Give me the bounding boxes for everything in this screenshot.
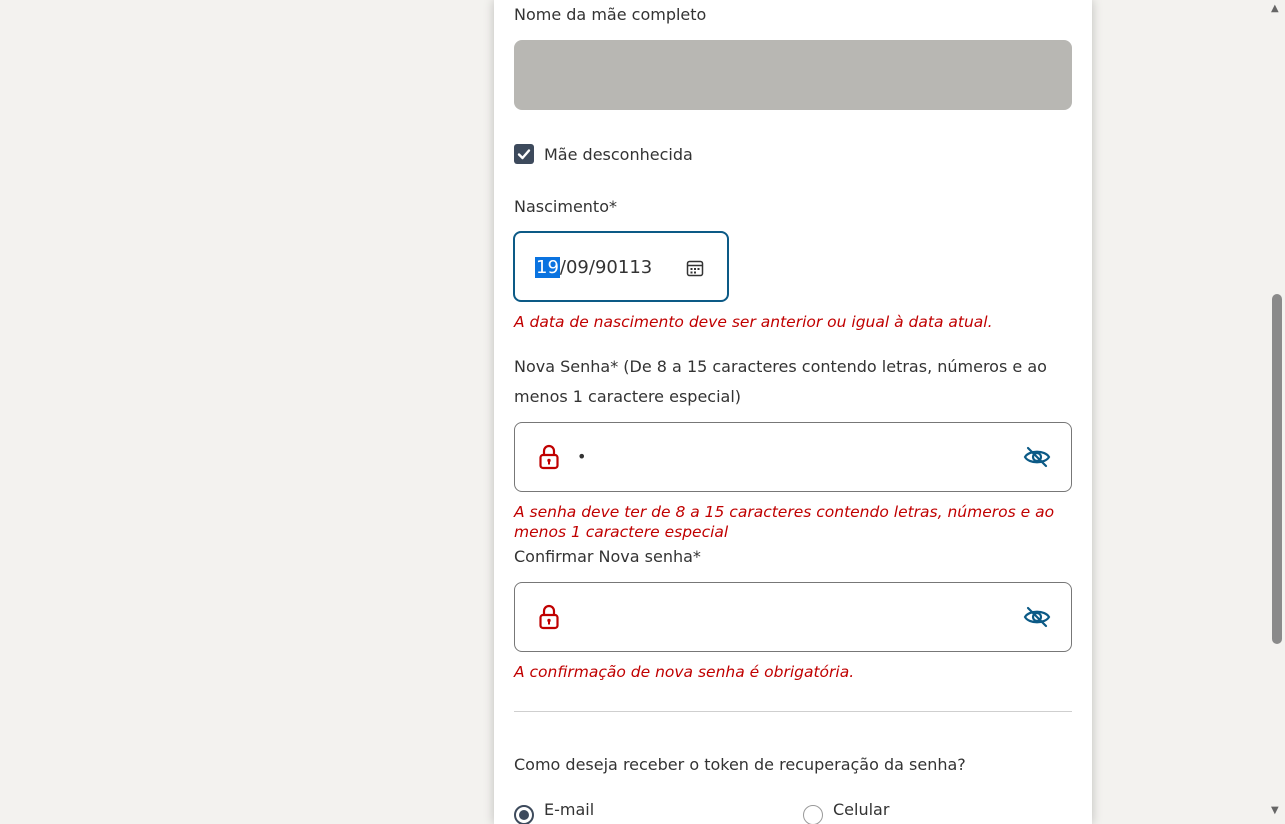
mother-name-input	[514, 40, 1072, 110]
radio-email[interactable]	[514, 805, 534, 824]
lock-icon	[539, 604, 559, 630]
divider	[514, 711, 1072, 712]
token-question: Como deseja receber o token de recuperaç…	[514, 755, 966, 774]
birth-date-value[interactable]: 19/09/90113	[535, 257, 652, 279]
birth-date-input[interactable]: 19/09/90113	[513, 231, 729, 302]
new-password-label-line1: Nova Senha* (De 8 a 15 caracteres conten…	[514, 357, 1047, 376]
form-card: Nome da mãe completo Mãe desconhecida Na…	[494, 0, 1092, 824]
birth-label: Nascimento*	[514, 197, 617, 216]
new-password-label-line2: menos 1 caractere especial)	[514, 387, 742, 406]
lock-icon	[539, 444, 559, 470]
new-password-error-line2: menos 1 caractere especial	[514, 523, 729, 541]
scroll-up-icon[interactable]: ▲	[1271, 4, 1279, 14]
radio-email-label[interactable]: E-mail	[544, 800, 594, 820]
scroll-down-icon[interactable]: ▼	[1271, 806, 1279, 816]
check-icon	[517, 149, 531, 160]
mother-unknown-checkbox[interactable]	[514, 144, 534, 164]
radio-celular-label[interactable]: Celular	[833, 800, 889, 820]
confirm-password-label: Confirmar Nova senha*	[514, 547, 701, 566]
page-scrollbar[interactable]: ▲ ▼	[1268, 0, 1285, 824]
birth-year-segment[interactable]: 90113	[595, 257, 652, 278]
radio-celular[interactable]	[803, 805, 823, 824]
birth-error: A data de nascimento deve ser anterior o…	[514, 313, 993, 331]
mother-name-label: Nome da mãe completo	[514, 5, 707, 24]
scroll-thumb[interactable]	[1272, 294, 1282, 644]
mother-unknown-label[interactable]: Mãe desconhecida	[544, 145, 693, 165]
new-password-input[interactable]: •	[514, 422, 1072, 492]
new-password-error-line1: A senha deve ter de 8 a 15 caracteres co…	[514, 503, 1055, 521]
eye-slash-icon[interactable]	[1023, 604, 1051, 630]
birth-month-segment[interactable]: 09	[566, 257, 589, 278]
calendar-icon[interactable]	[685, 258, 705, 278]
eye-slash-icon[interactable]	[1023, 444, 1051, 470]
birth-day-segment[interactable]: 19	[535, 257, 560, 278]
confirm-password-error: A confirmação de nova senha é obrigatóri…	[514, 663, 855, 681]
confirm-password-input[interactable]	[514, 582, 1072, 652]
new-password-value: •	[577, 447, 587, 466]
